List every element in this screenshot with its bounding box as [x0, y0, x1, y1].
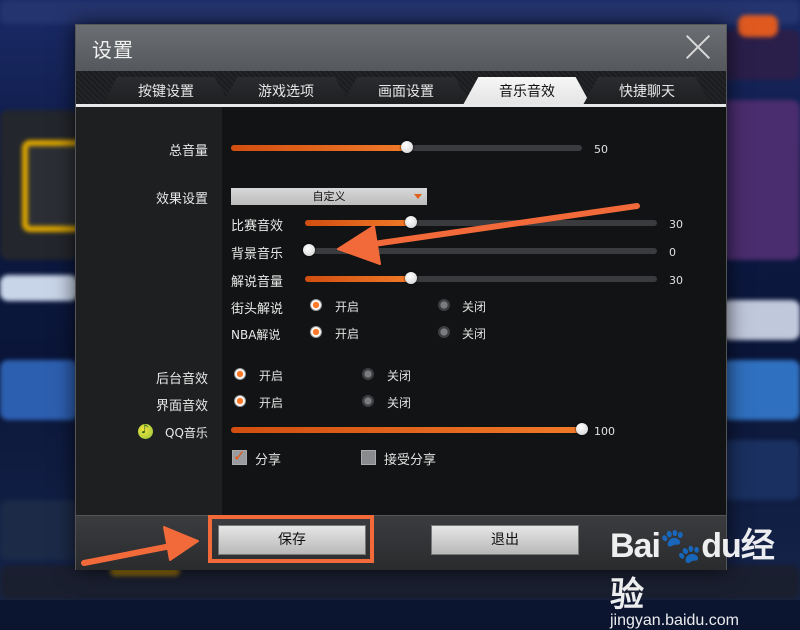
watermark-logo-a: Bai	[610, 527, 661, 565]
ui-sfx-on-label: 开启	[259, 396, 284, 410]
slider-knob[interactable]	[576, 423, 588, 435]
master-volume-label: 总音量	[169, 144, 209, 159]
paw-icon: 🐾	[659, 527, 702, 565]
bgm-slider[interactable]	[303, 244, 657, 256]
bg-right-strip	[722, 300, 800, 340]
slider-fill	[231, 427, 582, 433]
effects-preset-value: 自定义	[312, 190, 346, 203]
tab-graphics-settings[interactable]: 画面设置	[342, 77, 470, 105]
game-sfx-slider[interactable]	[305, 216, 657, 228]
background-sfx-label: 后台音效	[156, 372, 209, 387]
dialog-title: 设置	[92, 38, 134, 62]
nba-commentary-on-label: 开启	[335, 327, 360, 341]
ui-sfx-on-radio[interactable]	[234, 395, 246, 407]
tab-music-sfx[interactable]: 音乐音效	[463, 77, 591, 105]
slider-fill	[305, 276, 411, 282]
bg-left-strip	[0, 275, 78, 301]
slider-knob[interactable]	[303, 244, 315, 256]
slider-fill	[231, 145, 407, 151]
watermark-logo-b: du	[701, 527, 742, 565]
accept-share-label: 接受分享	[384, 453, 437, 468]
bg-left-blue	[0, 360, 78, 420]
slider-knob[interactable]	[404, 272, 417, 284]
settings-dialog: 设置 按键设置 游戏选项 画面设置 音乐音效 快捷聊天	[75, 24, 727, 570]
street-commentary-off-label: 关闭	[462, 300, 487, 314]
tab-game-options[interactable]: 游戏选项	[222, 77, 350, 105]
bg-badge	[738, 15, 778, 37]
tab-label: 音乐音效	[499, 84, 555, 100]
street-commentary-on-label: 开启	[335, 300, 360, 314]
nba-commentary-off-radio[interactable]	[438, 326, 450, 338]
qq-music-label: QQ音乐	[165, 426, 208, 440]
nba-commentary-on-radio[interactable]	[310, 326, 322, 338]
nba-commentary-off-label: 关闭	[462, 327, 487, 341]
save-highlight-box	[208, 515, 374, 563]
baidu-jingyan-watermark: Bai🐾du经验 jingyan.baidu.com	[610, 518, 800, 630]
bgm-label: 背景音乐	[231, 247, 284, 262]
tab-label: 快捷聊天	[619, 84, 675, 100]
master-volume-value: 50	[594, 143, 608, 156]
share-checkbox[interactable]	[232, 447, 247, 465]
watermark-url: jingyan.baidu.com	[610, 612, 739, 629]
ui-sfx-label: 界面音效	[156, 399, 209, 414]
game-sfx-label: 比赛音效	[231, 219, 284, 234]
tab-quick-chat[interactable]: 快捷聊天	[583, 77, 711, 105]
nba-commentary-label: NBA解说	[231, 328, 281, 342]
exit-button[interactable]: 退出	[431, 525, 579, 555]
qq-music-icon	[138, 422, 153, 439]
tab-label: 游戏选项	[258, 84, 314, 100]
effects-label: 效果设置	[156, 192, 209, 207]
dialog-titlebar: 设置	[76, 25, 726, 71]
game-sfx-value: 30	[669, 218, 683, 231]
tab-bar: 按键设置 游戏选项 画面设置 音乐音效 快捷聊天	[76, 71, 726, 105]
bg-top-bar	[0, 0, 800, 24]
tab-key-settings[interactable]: 按键设置	[102, 77, 230, 105]
commentary-value: 30	[669, 274, 683, 287]
chevron-down-icon	[414, 194, 422, 199]
watermark-logo: Bai🐾du经验	[610, 518, 800, 616]
background-sfx-on-radio[interactable]	[234, 368, 246, 380]
ui-sfx-off-label: 关闭	[387, 396, 412, 410]
commentary-label: 解说音量	[231, 275, 284, 290]
share-label: 分享	[255, 453, 282, 468]
bg-right-panel	[722, 100, 800, 260]
background-sfx-off-radio[interactable]	[362, 368, 374, 380]
slider-fill	[305, 220, 411, 226]
bg-left-bottom	[0, 500, 78, 560]
street-commentary-off-radio[interactable]	[438, 299, 450, 311]
slider-knob[interactable]	[400, 141, 413, 153]
street-commentary-on-radio[interactable]	[310, 299, 322, 311]
label-column	[76, 107, 222, 515]
ui-sfx-off-radio[interactable]	[362, 395, 374, 407]
commentary-slider[interactable]	[305, 272, 657, 284]
bg-right-blue	[722, 360, 800, 420]
street-commentary-label: 街头解说	[231, 302, 284, 317]
tab-label: 画面设置	[378, 84, 434, 100]
accept-share-checkbox[interactable]	[361, 450, 376, 465]
slider-knob[interactable]	[404, 216, 417, 228]
bgm-value: 0	[669, 246, 676, 259]
bg-right-mid	[722, 440, 800, 500]
background-sfx-on-label: 开启	[259, 369, 284, 383]
tab-label: 按键设置	[138, 84, 194, 100]
background-sfx-off-label: 关闭	[387, 369, 412, 383]
qq-music-slider[interactable]	[231, 423, 588, 435]
bg-right-top	[722, 30, 800, 80]
qq-music-value: 100	[594, 425, 615, 438]
close-icon[interactable]	[684, 33, 712, 61]
master-volume-slider[interactable]	[231, 141, 582, 153]
effects-preset-select[interactable]: 自定义	[231, 188, 427, 205]
